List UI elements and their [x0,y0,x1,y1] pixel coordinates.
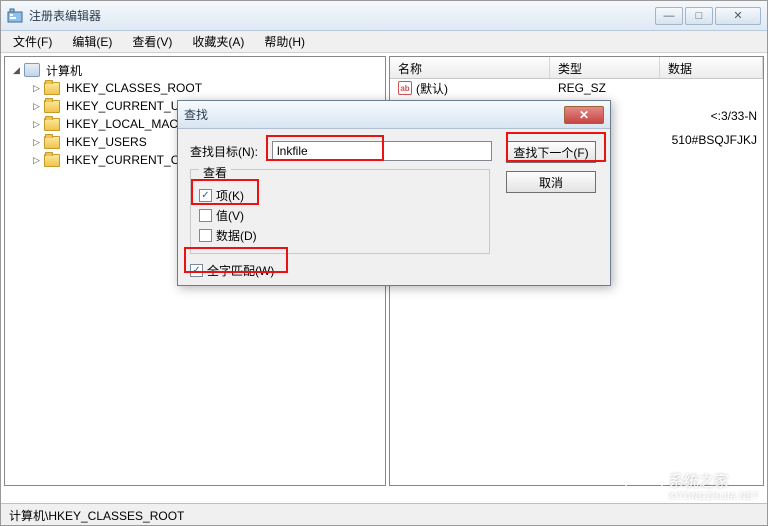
list-header: 名称 类型 数据 [390,57,763,79]
check-data-row[interactable]: 数据(D) [199,225,481,245]
check-keys-label: 项(K) [216,187,244,204]
dialog-title: 查找 [184,106,564,123]
check-data-label: 数据(D) [216,227,257,244]
tree-label: HKEY_LOCAL_MAC [66,117,178,131]
window-buttons: — □ ✕ [655,7,761,25]
watermark-main: 系统之家 [669,470,759,491]
tree-label: HKEY_USERS [66,135,147,149]
value-name: (默认) [416,80,448,97]
string-value-icon: ab [398,81,412,95]
expand-icon[interactable]: ▷ [31,101,42,112]
look-at-legend: 查看 [199,164,231,181]
find-dialog: 查找 ✕ 查找目标(N): 查看 ✓ 项(K) 值(V) 数据(D) [177,100,611,286]
col-data[interactable]: 数据 [660,57,763,78]
find-target-label: 查找目标(N): [190,143,272,160]
menubar: 文件(F) 编辑(E) 查看(V) 收藏夹(A) 帮助(H) [1,31,767,53]
folder-icon [44,82,60,95]
checkbox-icon[interactable] [199,229,212,242]
close-button[interactable]: ✕ [715,7,761,25]
statusbar: 计算机\HKEY_CLASSES_ROOT [1,503,767,525]
check-values-row[interactable]: 值(V) [199,205,481,225]
folder-icon [44,100,60,113]
checkbox-icon[interactable] [199,209,212,222]
menu-favorites[interactable]: 收藏夹(A) [184,31,252,52]
minimize-button[interactable]: — [655,7,683,25]
dialog-close-button[interactable]: ✕ [564,106,604,124]
dialog-body: 查找目标(N): 查看 ✓ 项(K) 值(V) 数据(D) ✓ [178,129,610,292]
menu-edit[interactable]: 编辑(E) [64,31,120,52]
menu-view[interactable]: 查看(V) [124,31,180,52]
dialog-titlebar[interactable]: 查找 ✕ [178,101,610,129]
menu-help[interactable]: 帮助(H) [256,31,313,52]
find-target-input[interactable] [272,141,492,161]
tree-label: HKEY_CURRENT_C [66,153,179,167]
extra-data-2: 510#BSQJFJKJ [672,133,757,147]
check-values-label: 值(V) [216,207,244,224]
expand-icon[interactable]: ▷ [31,155,42,166]
watermark-logo-icon [625,472,663,500]
menu-file[interactable]: 文件(F) [5,31,60,52]
computer-icon [24,63,40,77]
expand-icon[interactable]: ▷ [31,137,42,148]
tree-root[interactable]: ◢ 计算机 [7,61,383,79]
col-name[interactable]: 名称 [390,57,550,78]
col-type[interactable]: 类型 [550,57,660,78]
tree-label: HKEY_CLASSES_ROOT [66,81,202,95]
check-keys-row[interactable]: ✓ 项(K) [199,185,481,205]
value-type: REG_SZ [550,81,660,95]
look-at-fieldset: 查看 ✓ 项(K) 值(V) 数据(D) [190,169,490,254]
tree-label: HKEY_CURRENT_U [66,99,179,113]
folder-icon [44,118,60,131]
tree-item[interactable]: ▷ HKEY_CLASSES_ROOT [7,79,383,97]
list-row[interactable]: ab (默认) REG_SZ [390,79,763,97]
whole-match-row[interactable]: ✓ 全字匹配(W) [190,260,598,280]
titlebar: 注册表编辑器 — □ ✕ [1,1,767,31]
cancel-button[interactable]: 取消 [506,171,596,193]
collapse-icon[interactable]: ◢ [11,65,22,76]
watermark: 系统之家 XITONGZHIJIA.NET [625,470,759,501]
expand-icon[interactable]: ▷ [31,83,42,94]
extra-data-1: <:3/33-N [711,109,757,123]
find-next-button[interactable]: 查找下一个(F) [506,141,596,163]
folder-icon [44,154,60,167]
regedit-icon [7,8,23,24]
maximize-button[interactable]: □ [685,7,713,25]
tree-root-label: 计算机 [46,62,82,79]
checkbox-icon[interactable]: ✓ [199,189,212,202]
checkbox-icon[interactable]: ✓ [190,264,203,277]
watermark-sub: XITONGZHIJIA.NET [669,491,759,501]
folder-icon [44,136,60,149]
window-title: 注册表编辑器 [29,7,655,24]
expand-icon[interactable]: ▷ [31,119,42,130]
whole-match-label: 全字匹配(W) [207,262,274,279]
